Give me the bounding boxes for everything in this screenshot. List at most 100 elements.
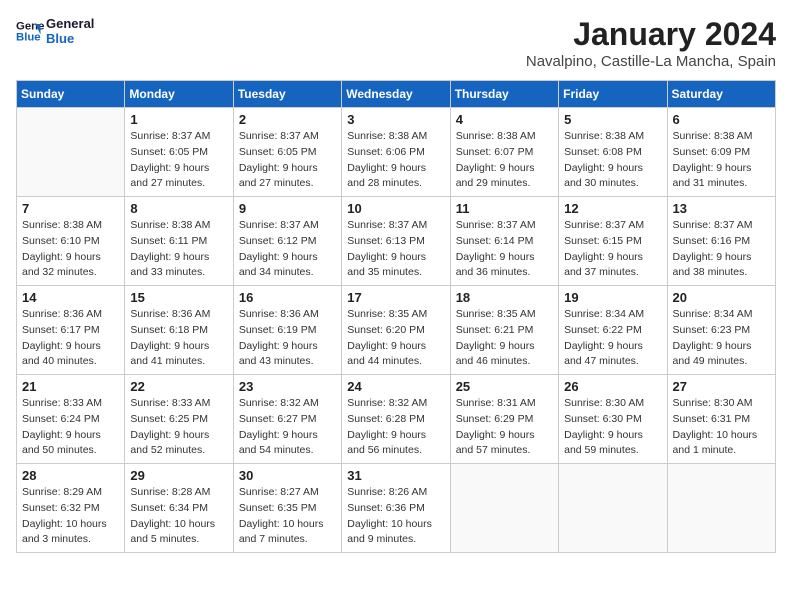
day-number: 1 [130,112,227,127]
cell-info: Sunrise: 8:35 AMSunset: 6:21 PMDaylight:… [456,307,553,370]
day-number: 19 [564,290,661,305]
week-row-0: 1 Sunrise: 8:37 AMSunset: 6:05 PMDaylight… [17,108,776,197]
day-number: 14 [22,290,119,305]
day-number: 31 [347,468,444,483]
day-number: 16 [239,290,336,305]
week-row-2: 14 Sunrise: 8:36 AMSunset: 6:17 PMDayligh… [17,286,776,375]
calendar-cell: 27 Sunrise: 8:30 AMSunset: 6:31 PMDayligh… [667,375,775,464]
cell-info: Sunrise: 8:37 AMSunset: 6:05 PMDaylight:… [130,129,227,192]
weekday-sunday: Sunday [17,81,125,108]
week-row-4: 28 Sunrise: 8:29 AMSunset: 6:32 PMDayligh… [17,464,776,553]
cell-info: Sunrise: 8:26 AMSunset: 6:36 PMDaylight:… [347,485,444,548]
page-header: General Blue General Blue January 2024 N… [16,16,776,70]
calendar-cell: 29 Sunrise: 8:28 AMSunset: 6:34 PMDayligh… [125,464,233,553]
calendar-cell: 6Sunrise: 8:38 AMSunset: 6:09 PMDaylight… [667,108,775,197]
weekday-saturday: Saturday [667,81,775,108]
day-number: 7 [22,201,119,216]
cell-info: Sunrise: 8:38 AMSunset: 6:08 PMDaylight:… [564,129,661,192]
calendar-cell: 1 Sunrise: 8:37 AMSunset: 6:05 PMDaylight… [125,108,233,197]
calendar-cell: 11 Sunrise: 8:37 AMSunset: 6:14 PMDayligh… [450,197,558,286]
calendar-cell: 9Sunrise: 8:37 AMSunset: 6:12 PMDaylight… [233,197,341,286]
cell-info: Sunrise: 8:31 AMSunset: 6:29 PMDaylight:… [456,396,553,459]
day-number: 6 [673,112,770,127]
day-number: 13 [673,201,770,216]
cell-info: Sunrise: 8:32 AMSunset: 6:28 PMDaylight:… [347,396,444,459]
day-number: 20 [673,290,770,305]
day-number: 17 [347,290,444,305]
cell-info: Sunrise: 8:38 AMSunset: 6:06 PMDaylight:… [347,129,444,192]
day-number: 10 [347,201,444,216]
cell-info: Sunrise: 8:37 AMSunset: 6:12 PMDaylight:… [239,218,336,281]
cell-info: Sunrise: 8:37 AMSunset: 6:16 PMDaylight:… [673,218,770,281]
week-row-3: 21Sunrise: 8:33 AMSunset: 6:24 PMDayligh… [17,375,776,464]
calendar-cell: 24Sunrise: 8:32 AMSunset: 6:28 PMDayligh… [342,375,450,464]
calendar-cell: 5 Sunrise: 8:38 AMSunset: 6:08 PMDaylight… [559,108,667,197]
calendar-cell: 25 Sunrise: 8:31 AMSunset: 6:29 PMDayligh… [450,375,558,464]
weekday-header-row: SundayMondayTuesdayWednesdayThursdayFrid… [17,81,776,108]
cell-info: Sunrise: 8:36 AMSunset: 6:17 PMDaylight:… [22,307,119,370]
cell-info: Sunrise: 8:29 AMSunset: 6:32 PMDaylight:… [22,485,119,548]
calendar-cell: 7 Sunrise: 8:38 AMSunset: 6:10 PMDaylight… [17,197,125,286]
weekday-friday: Friday [559,81,667,108]
day-number: 28 [22,468,119,483]
day-number: 27 [673,379,770,394]
calendar-cell [17,108,125,197]
logo-general: General [46,16,94,31]
cell-info: Sunrise: 8:38 AMSunset: 6:07 PMDaylight:… [456,129,553,192]
calendar-cell [450,464,558,553]
cell-info: Sunrise: 8:35 AMSunset: 6:20 PMDaylight:… [347,307,444,370]
cell-info: Sunrise: 8:38 AMSunset: 6:10 PMDaylight:… [22,218,119,281]
cell-info: Sunrise: 8:27 AMSunset: 6:35 PMDaylight:… [239,485,336,548]
cell-info: Sunrise: 8:33 AMSunset: 6:25 PMDaylight:… [130,396,227,459]
day-number: 8 [130,201,227,216]
calendar-cell: 13 Sunrise: 8:37 AMSunset: 6:16 PMDayligh… [667,197,775,286]
calendar-table: SundayMondayTuesdayWednesdayThursdayFrid… [16,80,776,553]
calendar-cell: 21Sunrise: 8:33 AMSunset: 6:24 PMDayligh… [17,375,125,464]
day-number: 29 [130,468,227,483]
cell-info: Sunrise: 8:37 AMSunset: 6:14 PMDaylight:… [456,218,553,281]
day-number: 11 [456,201,553,216]
cell-info: Sunrise: 8:38 AMSunset: 6:11 PMDaylight:… [130,218,227,281]
calendar-cell: 10 Sunrise: 8:37 AMSunset: 6:13 PMDayligh… [342,197,450,286]
logo-icon: General Blue [16,17,44,45]
calendar-cell [559,464,667,553]
calendar-body: 1 Sunrise: 8:37 AMSunset: 6:05 PMDaylight… [17,108,776,553]
day-number: 3 [347,112,444,127]
day-number: 5 [564,112,661,127]
calendar-cell: 16Sunrise: 8:36 AMSunset: 6:19 PMDayligh… [233,286,341,375]
day-number: 30 [239,468,336,483]
cell-info: Sunrise: 8:28 AMSunset: 6:34 PMDaylight:… [130,485,227,548]
cell-info: Sunrise: 8:37 AMSunset: 6:13 PMDaylight:… [347,218,444,281]
cell-info: Sunrise: 8:37 AMSunset: 6:05 PMDaylight:… [239,129,336,192]
svg-text:Blue: Blue [16,32,41,44]
day-number: 2 [239,112,336,127]
calendar-cell: 31 Sunrise: 8:26 AMSunset: 6:36 PMDayligh… [342,464,450,553]
weekday-thursday: Thursday [450,81,558,108]
weekday-monday: Monday [125,81,233,108]
calendar-cell: 8 Sunrise: 8:38 AMSunset: 6:11 PMDaylight… [125,197,233,286]
calendar-cell: 28 Sunrise: 8:29 AMSunset: 6:32 PMDayligh… [17,464,125,553]
cell-info: Sunrise: 8:30 AMSunset: 6:30 PMDaylight:… [564,396,661,459]
cell-info: Sunrise: 8:37 AMSunset: 6:15 PMDaylight:… [564,218,661,281]
day-number: 15 [130,290,227,305]
cell-info: Sunrise: 8:34 AMSunset: 6:23 PMDaylight:… [673,307,770,370]
calendar-cell: 2 Sunrise: 8:37 AMSunset: 6:05 PMDaylight… [233,108,341,197]
day-number: 21 [22,379,119,394]
calendar-cell: 23Sunrise: 8:32 AMSunset: 6:27 PMDayligh… [233,375,341,464]
location-title: Navalpino, Castille-La Mancha, Spain [526,53,776,70]
calendar-cell: 18Sunrise: 8:35 AMSunset: 6:21 PMDayligh… [450,286,558,375]
weekday-tuesday: Tuesday [233,81,341,108]
day-number: 4 [456,112,553,127]
cell-info: Sunrise: 8:30 AMSunset: 6:31 PMDaylight:… [673,396,770,459]
day-number: 25 [456,379,553,394]
cell-info: Sunrise: 8:36 AMSunset: 6:18 PMDaylight:… [130,307,227,370]
calendar-cell [667,464,775,553]
calendar-cell: 4 Sunrise: 8:38 AMSunset: 6:07 PMDaylight… [450,108,558,197]
calendar-cell: 12Sunrise: 8:37 AMSunset: 6:15 PMDayligh… [559,197,667,286]
calendar-cell: 17 Sunrise: 8:35 AMSunset: 6:20 PMDayligh… [342,286,450,375]
calendar-cell: 19Sunrise: 8:34 AMSunset: 6:22 PMDayligh… [559,286,667,375]
title-block: January 2024 Navalpino, Castille-La Manc… [526,16,776,70]
calendar-cell: 26Sunrise: 8:30 AMSunset: 6:30 PMDayligh… [559,375,667,464]
day-number: 22 [130,379,227,394]
day-number: 23 [239,379,336,394]
